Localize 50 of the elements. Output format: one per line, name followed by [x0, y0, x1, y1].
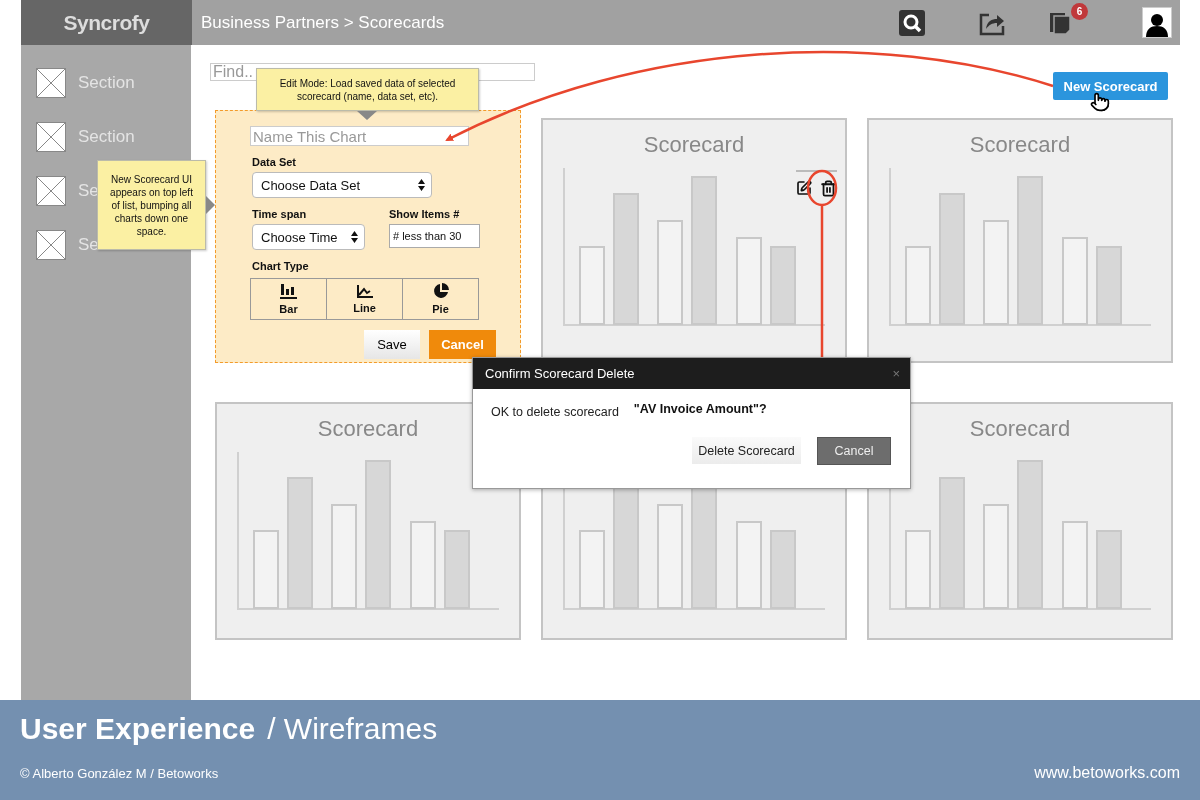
footer-title: User Experience [20, 712, 256, 746]
card-title: Scorecard [969, 416, 1071, 442]
scorecard-name: "AV Invoice Amount"? [633, 402, 767, 416]
card-title: Scorecard [317, 416, 419, 442]
notification-badge: 6 [1071, 2, 1088, 20]
image-placeholder-icon [36, 122, 66, 152]
sticky-note: New Scorecard UI appears on top left of list, bumping all charts down one space. [97, 160, 206, 250]
field-label: Chart Type [252, 260, 310, 272]
sort-arrows-icon [418, 179, 425, 191]
field-label: Time span [252, 208, 308, 220]
hand-cursor-icon [1090, 92, 1110, 112]
website-link[interactable]: www.betoworks.com [1034, 764, 1180, 782]
field-label: Data Set [252, 156, 298, 168]
note-pointer [206, 196, 215, 214]
delete-button[interactable] [820, 180, 837, 197]
data-set-select[interactable]: Choose Data Set [252, 172, 432, 198]
image-placeholder-icon [36, 176, 66, 206]
new-scorecard-button[interactable]: New Scorecard [1053, 72, 1168, 100]
chart-type-button[interactable]: Pie [403, 279, 478, 319]
credit-text: © Alberto González M / Betoworks [20, 765, 219, 781]
items-field[interactable]: # less than 30 [389, 224, 480, 248]
image-placeholder-icon [36, 230, 66, 260]
sort-arrows-icon [351, 231, 358, 243]
pie-chart-icon [432, 283, 449, 299]
bar-chart-icon [280, 283, 297, 299]
note-pointer [357, 111, 377, 120]
breadcrumb: Business Partners > Scorecards [201, 12, 446, 33]
cancel-button[interactable]: Cancel [429, 330, 496, 359]
field-label: Show Items # [389, 208, 461, 220]
card-title: Scorecard [969, 132, 1071, 158]
chart-name-field[interactable]: Name This Chart [250, 126, 469, 146]
delete-scorecard-button[interactable]: Delete Scorecard [692, 437, 801, 464]
logo: Syncrofy [63, 10, 150, 35]
time-select[interactable]: Choose Time [252, 224, 365, 250]
dialog-title: Confirm Scorecard Delete [485, 366, 635, 381]
chart-type-button[interactable]: Line [327, 279, 403, 319]
avatar-button[interactable] [1142, 7, 1172, 38]
cancel-button[interactable]: Cancel [817, 437, 891, 465]
edit-button[interactable] [796, 180, 812, 197]
dialog-message: OK to delete scorecard [491, 405, 619, 419]
footer-subtitle: / Wireframes [267, 712, 438, 746]
close-button[interactable]: × [892, 366, 900, 381]
image-placeholder-icon [36, 68, 66, 98]
sticky-note: Edit Mode: Load saved data of selected scorecard (name, data set, etc). [256, 68, 479, 111]
chart-type-button[interactable]: Bar [251, 279, 327, 319]
highlight-circle [806, 169, 838, 207]
card-title: Scorecard [643, 132, 745, 158]
line-chart-icon [356, 284, 373, 298]
search-button[interactable] [899, 9, 925, 36]
save-button[interactable]: Save [364, 330, 420, 359]
